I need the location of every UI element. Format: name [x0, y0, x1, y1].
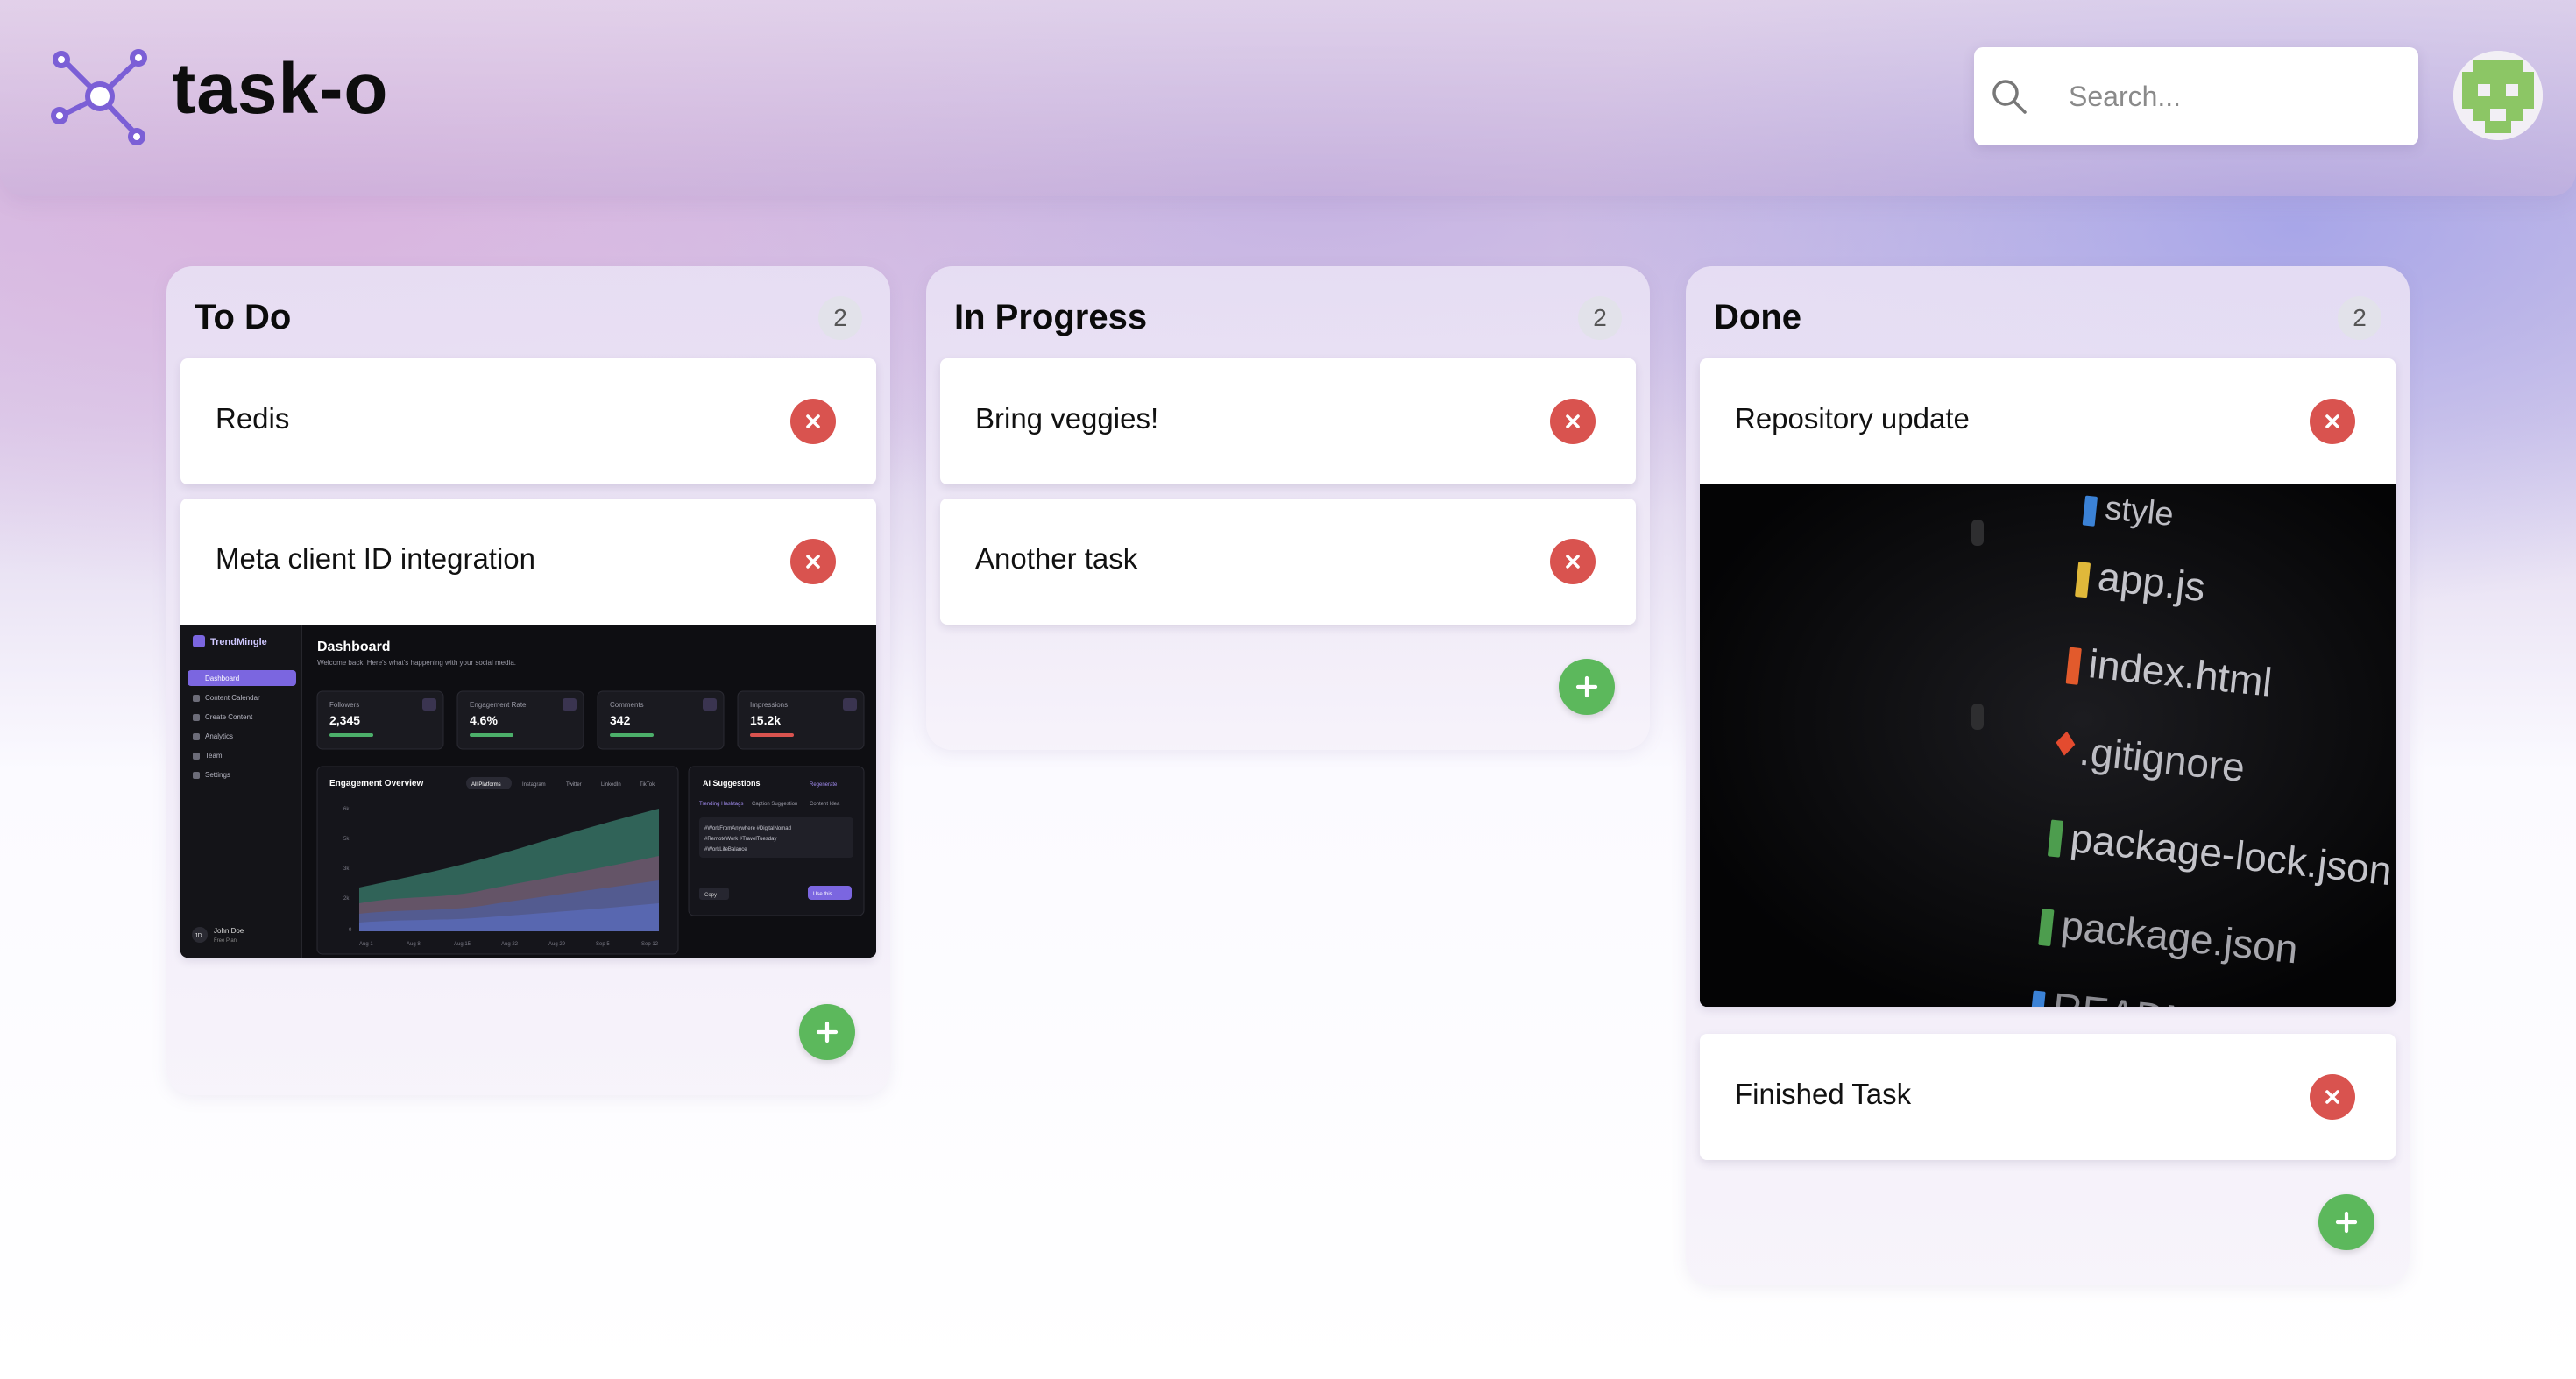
- plus-icon: [1575, 675, 1598, 698]
- search-box[interactable]: [1974, 47, 2418, 145]
- task-card[interactable]: Another task: [940, 499, 1636, 625]
- cover-ai-text: #WorkFromAnywhere #DigitalNomad: [704, 826, 791, 831]
- delete-task-button[interactable]: [2310, 399, 2355, 444]
- app-header: task-o: [0, 0, 2576, 196]
- cover-heading: Dashboard: [317, 640, 391, 654]
- cover-stat-label: Followers: [329, 701, 359, 709]
- cover-ai-tab: Caption Suggestion: [752, 802, 797, 807]
- search-input[interactable]: [2069, 65, 2402, 128]
- column-todo: To Do 2 Redis Meta client ID integration…: [166, 266, 890, 1095]
- cover-chart-tab: LinkedIn: [601, 782, 621, 788]
- card-cover-image: style app.js index.html .gitignore packa…: [1700, 484, 2396, 1007]
- cover-chart-tab: Instagram: [522, 782, 546, 788]
- cover-subheading: Welcome back! Here's what's happening wi…: [317, 659, 516, 667]
- cover-chart-tab: TikTok: [640, 782, 655, 788]
- add-task-button[interactable]: [2318, 1194, 2374, 1250]
- plus-icon: [2335, 1211, 2358, 1234]
- cover-stat-value: 4.6%: [470, 713, 498, 727]
- cover-x-tick: Aug 8: [407, 942, 421, 947]
- column-title: To Do: [195, 298, 292, 336]
- cover-stat-value: 342: [610, 713, 631, 727]
- cover-nav-item: Create Content: [205, 713, 253, 721]
- cover-user-name: John Doe: [214, 927, 244, 935]
- add-task-button[interactable]: [799, 1004, 855, 1060]
- delete-task-button[interactable]: [1550, 539, 1596, 584]
- task-title: Meta client ID integration: [216, 542, 536, 575]
- delete-task-button[interactable]: [2310, 1074, 2355, 1120]
- cover-stat-value: 15.2k: [750, 713, 781, 727]
- close-icon: [1566, 555, 1580, 569]
- task-count-badge: 2: [2338, 296, 2381, 340]
- cover-y-tick: 2k: [343, 896, 350, 902]
- add-task-button[interactable]: [1559, 659, 1615, 715]
- task-card[interactable]: Repository update style app.js index.htm…: [1700, 358, 2396, 1007]
- cover-brand: TrendMingle: [210, 637, 267, 647]
- task-title: Repository update: [1735, 402, 1970, 435]
- task-card[interactable]: Redis: [180, 358, 876, 484]
- close-icon: [2325, 414, 2339, 428]
- cover-x-tick: Aug 15: [454, 942, 471, 947]
- column-in-progress: In Progress 2 Bring veggies! Another tas…: [926, 266, 1650, 750]
- cover-user-plan: Free Plan: [214, 938, 237, 944]
- task-count-badge: 2: [1578, 296, 1622, 340]
- column-title: In Progress: [954, 298, 1148, 336]
- cover-nav-item: Dashboard: [205, 675, 239, 682]
- cover-nav-item: Settings: [205, 771, 230, 779]
- task-card[interactable]: Meta client ID integration TrendMingle D…: [180, 499, 876, 958]
- column-title: Done: [1714, 298, 1801, 336]
- cover-stat-label: Impressions: [750, 701, 788, 709]
- cover-y-tick: 5k: [343, 837, 350, 842]
- cover-ai-copy: Copy: [704, 893, 717, 898]
- cover-x-tick: Sep 5: [596, 942, 610, 947]
- card-cover-image: TrendMingle Dashboard Content Calendar C…: [180, 625, 876, 958]
- task-title: Finished Task: [1735, 1078, 1912, 1110]
- task-title: Redis: [216, 402, 290, 435]
- cover-x-tick: Aug 22: [501, 942, 519, 947]
- cover-nav-item: Team: [205, 752, 223, 760]
- cover-x-tick: Aug 1: [359, 942, 373, 947]
- cover-chart-tab: All Platforms: [471, 782, 501, 788]
- close-icon: [1566, 414, 1580, 428]
- cover-ai-link: Regenerate: [810, 782, 838, 788]
- cover-user-initials: JD: [195, 933, 202, 939]
- pixel-avatar-icon: [2453, 51, 2543, 140]
- delete-task-button[interactable]: [790, 539, 836, 584]
- close-icon: [2325, 1090, 2339, 1104]
- cover-nav-item: Content Calendar: [205, 694, 260, 702]
- delete-task-button[interactable]: [790, 399, 836, 444]
- cover-nav-item: Analytics: [205, 732, 233, 740]
- close-icon: [806, 414, 820, 428]
- cover-file: style: [2104, 490, 2176, 534]
- column-done: Done 2 Repository update style app.js in…: [1686, 266, 2410, 1285]
- cover-ai-tab: Trending Hashtags: [699, 802, 743, 807]
- cover-stat-label: Engagement Rate: [470, 701, 527, 709]
- task-card[interactable]: Bring veggies!: [940, 358, 1636, 484]
- task-card[interactable]: Finished Task: [1700, 1034, 2396, 1160]
- cover-ai-text: #RemoteWork #TravelTuesday: [704, 837, 776, 842]
- user-avatar[interactable]: [2453, 51, 2543, 140]
- cover-y-tick: 3k: [343, 866, 350, 872]
- task-title: Another task: [975, 542, 1138, 575]
- plus-icon: [816, 1021, 839, 1043]
- cover-chart-tab: Twitter: [566, 782, 582, 788]
- app-title: task-o: [172, 49, 389, 129]
- cover-ai-title: AI Suggestions: [703, 779, 761, 788]
- cover-stat-value: 2,345: [329, 713, 360, 727]
- cover-ai-tab: Content Idea: [810, 802, 840, 807]
- network-nodes-icon[interactable]: [51, 49, 152, 147]
- cover-chart-title: Engagement Overview: [329, 779, 423, 789]
- close-icon: [806, 555, 820, 569]
- cover-x-tick: Sep 12: [641, 942, 659, 947]
- delete-task-button[interactable]: [1550, 399, 1596, 444]
- task-count-badge: 2: [818, 296, 862, 340]
- cover-stat-label: Comments: [610, 701, 644, 709]
- search-icon: [1992, 80, 2027, 114]
- cover-y-tick: 6k: [343, 807, 350, 812]
- task-title: Bring veggies!: [975, 402, 1159, 435]
- cover-x-tick: Aug 29: [548, 942, 566, 947]
- cover-ai-text: #WorkLifeBalance: [704, 847, 747, 852]
- cover-ai-use: Use this: [813, 892, 832, 897]
